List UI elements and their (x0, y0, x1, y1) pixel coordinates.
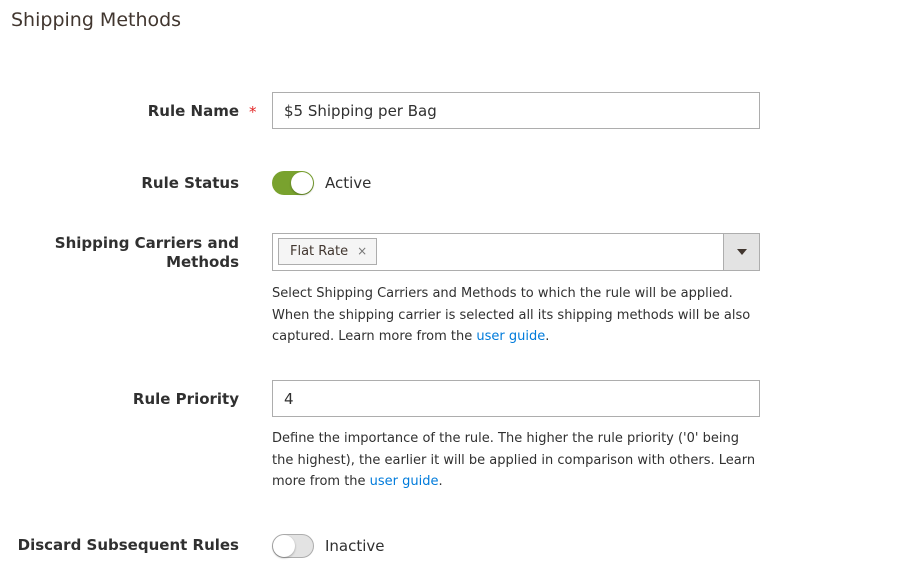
discard-rules-label: Discard Subsequent Rules (17, 536, 239, 554)
rule-priority-note: Define the importance of the rule. The h… (272, 428, 762, 493)
chip-label: Flat Rate (290, 244, 349, 259)
rule-status-text: Active (325, 174, 372, 192)
selected-chip-flat-rate: Flat Rate × (278, 238, 378, 265)
dropdown-toggle-button[interactable] (723, 234, 759, 270)
shipping-carriers-note: Select Shipping Carriers and Methods to … (272, 283, 762, 348)
discard-rules-toggle[interactable] (272, 534, 314, 558)
rule-status-label: Rule Status (141, 174, 239, 192)
shipping-carriers-label-line1: Shipping Carriers and (54, 234, 239, 252)
shipping-carriers-label: Shipping Carriers and Methods (55, 234, 239, 272)
note-end: . (438, 474, 443, 489)
rule-priority-input[interactable] (272, 380, 760, 417)
user-guide-link[interactable]: user guide (370, 474, 439, 489)
required-indicator: * (249, 103, 257, 121)
discard-rules-text: Inactive (325, 537, 385, 555)
section-title: Shipping Methods (11, 9, 182, 31)
note-end: . (545, 329, 550, 344)
rule-name-input[interactable] (272, 92, 760, 129)
chip-remove-icon[interactable]: × (357, 239, 367, 264)
rule-priority-label: Rule Priority (132, 390, 239, 408)
user-guide-link[interactable]: user guide (476, 329, 545, 344)
caret-down-icon (736, 249, 747, 255)
rule-name-label: Rule Name (147, 102, 239, 120)
toggle-knob (273, 535, 295, 557)
shipping-carriers-label-line2: Methods (166, 253, 239, 271)
shipping-carriers-multiselect[interactable]: Flat Rate × (272, 233, 760, 271)
rule-status-toggle[interactable] (272, 171, 314, 195)
toggle-knob (291, 172, 313, 194)
note-text: Define the importance of the rule. The h… (272, 431, 756, 489)
